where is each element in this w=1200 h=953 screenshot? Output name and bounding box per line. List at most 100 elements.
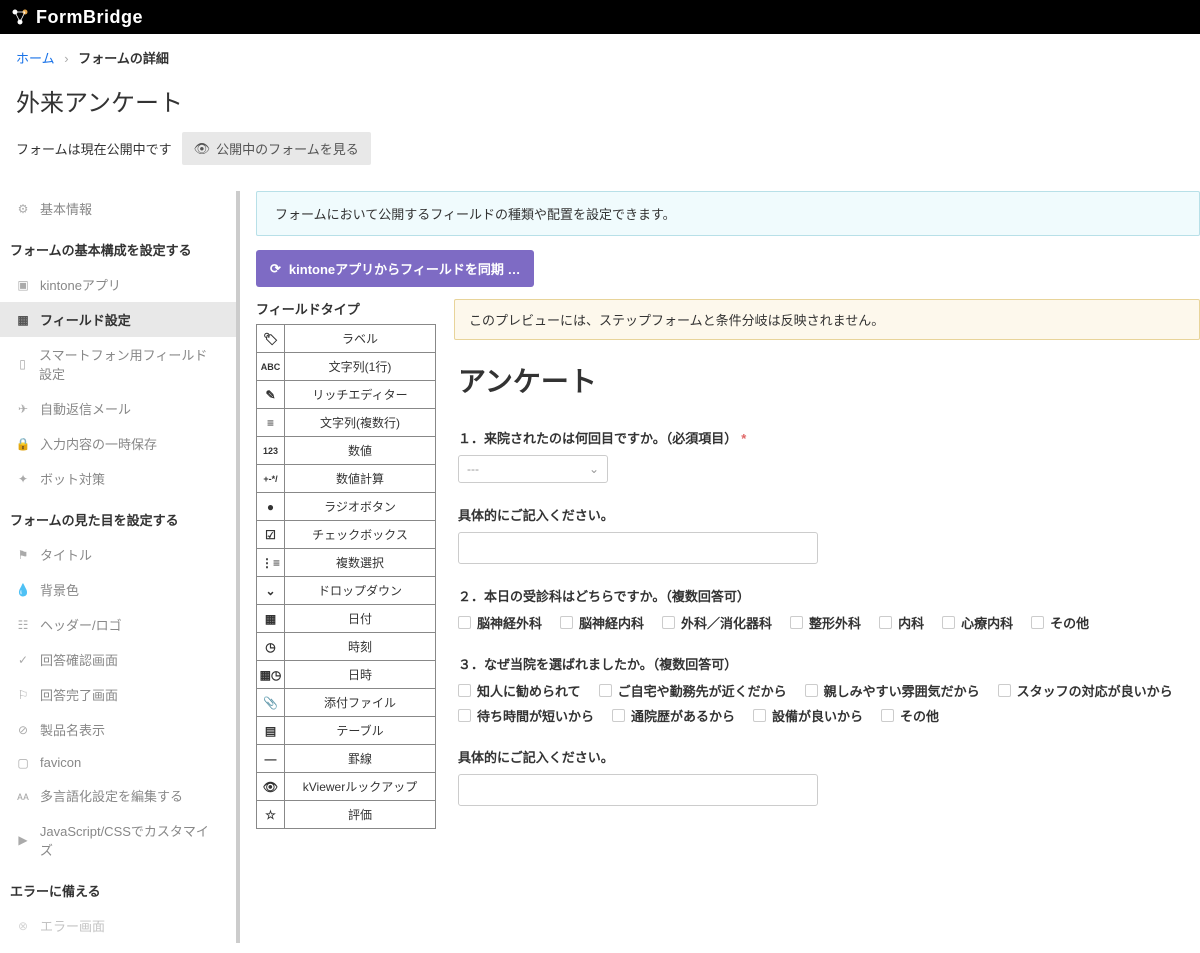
error-icon: ⊗	[16, 919, 30, 933]
breadcrumb-home[interactable]: ホーム	[16, 51, 55, 66]
field-type-item[interactable]: ☆評価	[257, 801, 435, 829]
checkbox-icon	[753, 709, 766, 722]
checkbox-option[interactable]: 知人に勧められて	[458, 681, 581, 700]
checkbox-icon	[881, 709, 894, 722]
checkbox-option[interactable]: 親しみやすい雰囲気だから	[805, 681, 980, 700]
field-type-label: 文字列(複数行)	[285, 409, 435, 436]
sidebar-item-save-draft[interactable]: 🔒入力内容の一時保存	[0, 426, 236, 461]
sidebar-item-title[interactable]: ⚑タイトル	[0, 537, 236, 572]
sidebar-item-kintone-app[interactable]: ▣kintoneアプリ	[0, 267, 236, 302]
breadcrumb: ホーム › フォームの詳細	[0, 34, 1200, 77]
question-1: １．来院されたのは何回目ですか。（必須項目）* --- ⌄	[458, 428, 1196, 483]
checkbox-icon	[998, 684, 1011, 697]
sidebar-item-product-name[interactable]: ⊘製品名表示	[0, 712, 236, 747]
flag-icon: ⚑	[16, 548, 30, 562]
checkbox-option[interactable]: 通院歴があるから	[612, 706, 735, 725]
brand-logo[interactable]: FormBridge	[10, 7, 143, 28]
checkbox-icon	[458, 709, 471, 722]
gear-icon: ⚙	[16, 202, 30, 216]
sidebar-item-background[interactable]: 💧背景色	[0, 572, 236, 607]
checkbox-icon	[560, 616, 573, 629]
field-type-item[interactable]: ⋮≡複数選択	[257, 549, 435, 577]
checkbox-option[interactable]: 待ち時間が短いから	[458, 706, 594, 725]
field-type-item[interactable]: 📎添付ファイル	[257, 689, 435, 717]
sidebar-group-appearance: フォームの見た目を設定する	[0, 496, 236, 537]
q1-dropdown[interactable]: --- ⌄	[458, 455, 608, 483]
field-type-item[interactable]: —罫線	[257, 745, 435, 773]
sidebar-item-multilingual[interactable]: ᴀᴀ多言語化設定を編集する	[0, 778, 236, 813]
text-icon: ☷	[16, 618, 30, 632]
field-types-heading: フィールドタイプ	[256, 299, 436, 318]
send-icon: ✈	[16, 402, 30, 416]
checkbox-option[interactable]: 外科／消化器科	[662, 613, 772, 632]
field-type-label: 添付ファイル	[285, 689, 435, 716]
checkbox-option[interactable]: ご自宅や勤務先が近くだから	[599, 681, 787, 700]
field-type-label: 数値計算	[285, 465, 435, 492]
checkbox-option[interactable]: 脳神経内科	[560, 613, 644, 632]
brand-text: FormBridge	[36, 7, 143, 28]
field-type-item[interactable]: ▤テーブル	[257, 717, 435, 745]
checkbox-option[interactable]: 内科	[879, 613, 924, 632]
sync-fields-button[interactable]: ⟳ kintoneアプリからフィールドを同期 …	[256, 250, 534, 287]
sidebar-item-header-logo[interactable]: ☷ヘッダー/ロゴ	[0, 607, 236, 642]
field-type-icon: ▦◷	[257, 661, 285, 688]
grid-icon: ▦	[16, 313, 30, 327]
field-type-icon: ☑	[257, 521, 285, 548]
checkbox-option[interactable]: 整形外科	[790, 613, 861, 632]
field-type-item[interactable]: 123数値	[257, 437, 435, 465]
sidebar-item-smartphone-fields[interactable]: ▯スマートフォン用フィールド設定	[0, 337, 236, 391]
sidebar-item-basic-info[interactable]: ⚙ 基本情報	[0, 191, 236, 226]
field-type-item[interactable]: ✎リッチエディター	[257, 381, 435, 409]
field-type-label: ラベル	[285, 325, 435, 352]
finish-flag-icon: ⚐	[16, 688, 30, 702]
detail-input-2[interactable]	[458, 774, 818, 806]
field-type-icon: ≡	[257, 409, 285, 436]
field-type-icon: 🏷	[257, 325, 285, 352]
breadcrumb-separator-icon: ›	[64, 51, 68, 66]
sidebar-item-complete-screen[interactable]: ⚐回答完了画面	[0, 677, 236, 712]
language-icon: ᴀᴀ	[16, 789, 30, 803]
checkbox-option[interactable]: その他	[881, 706, 939, 725]
field-type-item[interactable]: ⌄ドロップダウン	[257, 577, 435, 605]
field-type-item[interactable]: ●ラジオボタン	[257, 493, 435, 521]
sidebar-item-confirm-screen[interactable]: ✓回答確認画面	[0, 642, 236, 677]
question-2: ２．本日の受診科はどちらですか。（複数回答可） 脳神経外科脳神経内科外科／消化器…	[458, 586, 1196, 632]
checkbox-option[interactable]: 心療内科	[942, 613, 1013, 632]
field-type-label: 時刻	[285, 633, 435, 660]
detail-input-1[interactable]	[458, 532, 818, 564]
field-type-item[interactable]: ◷時刻	[257, 633, 435, 661]
view-published-form-button[interactable]: 👁 公開中のフォームを見る	[182, 132, 371, 165]
field-type-item[interactable]: ▦日付	[257, 605, 435, 633]
field-type-label: 複数選択	[285, 549, 435, 576]
field-type-item[interactable]: ☑チェックボックス	[257, 521, 435, 549]
field-type-icon: 📎	[257, 689, 285, 716]
checkbox-option[interactable]: スタッフの対応が良いから	[998, 681, 1173, 700]
sidebar-item-js-css[interactable]: ▶JavaScript/CSSでカスタマイズ	[0, 813, 236, 867]
field-type-item[interactable]: 👁kViewerルックアップ	[257, 773, 435, 801]
field-type-label: kViewerルックアップ	[285, 773, 435, 800]
field-type-icon: —	[257, 745, 285, 772]
eye-icon: 👁	[194, 141, 211, 157]
checkbox-option[interactable]: 設備が良いから	[753, 706, 863, 725]
sidebar-item-field-settings[interactable]: ▦フィールド設定	[0, 302, 236, 337]
sidebar-item-bot-protection[interactable]: ✦ボット対策	[0, 461, 236, 496]
refresh-icon: ⟳	[270, 261, 281, 277]
field-type-icon: ✎	[257, 381, 285, 408]
sidebar-item-favicon[interactable]: ▢favicon	[0, 747, 236, 778]
sidebar-group-error: エラーに備える	[0, 867, 236, 908]
field-type-item[interactable]: +-*/数値計算	[257, 465, 435, 493]
checkbox-option[interactable]: その他	[1031, 613, 1089, 632]
field-type-item[interactable]: ≡文字列(複数行)	[257, 409, 435, 437]
field-type-label: 日時	[285, 661, 435, 688]
field-type-item[interactable]: ABC文字列(1行)	[257, 353, 435, 381]
required-mark-icon: *	[741, 431, 746, 446]
chevron-down-icon: ⌄	[589, 462, 599, 476]
checkbox-icon	[458, 616, 471, 629]
sidebar-item-error-screen[interactable]: ⊗エラー画面	[0, 908, 236, 943]
checkbox-option[interactable]: 脳神経外科	[458, 613, 542, 632]
sidebar-item-auto-reply[interactable]: ✈自動返信メール	[0, 391, 236, 426]
info-banner: フォームにおいて公開するフィールドの種類や配置を設定できます。	[256, 191, 1200, 236]
ban-icon: ⊘	[16, 723, 30, 737]
field-type-item[interactable]: 🏷ラベル	[257, 325, 435, 353]
field-type-item[interactable]: ▦◷日時	[257, 661, 435, 689]
